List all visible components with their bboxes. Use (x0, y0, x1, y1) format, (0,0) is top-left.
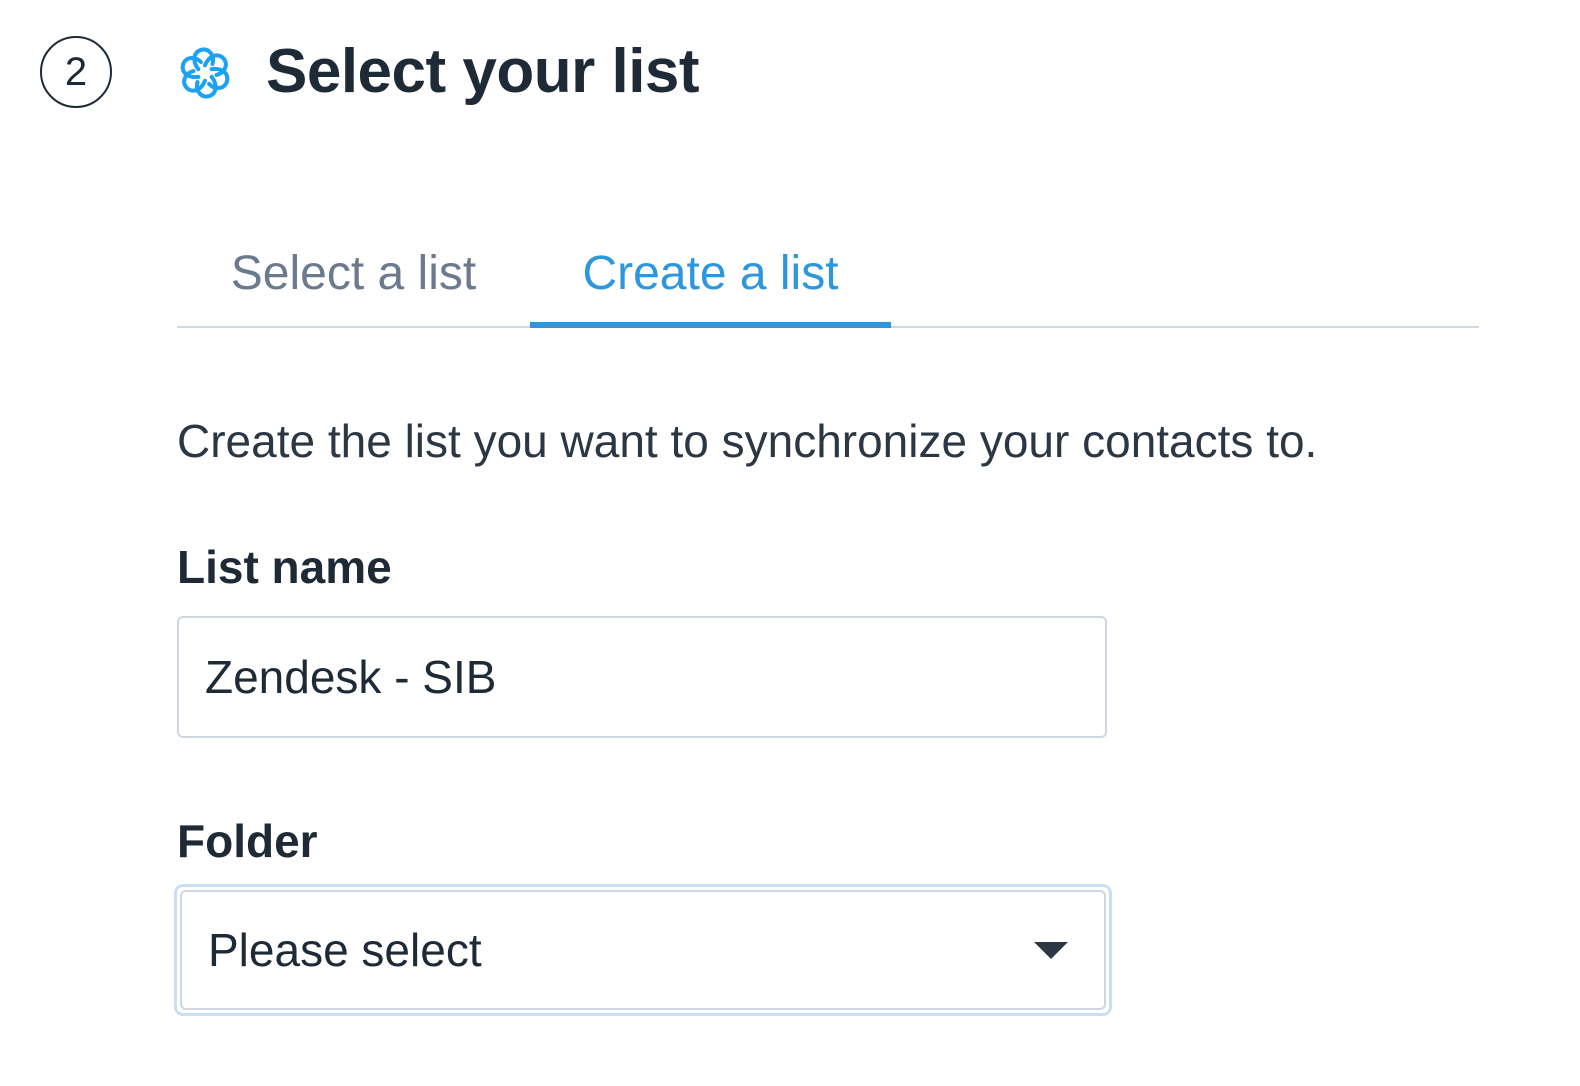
tab-label: Create a list (582, 246, 839, 300)
tab-label: Select a list (230, 246, 477, 300)
sendinblue-logo-icon (180, 47, 230, 99)
folder-select-focus-ring: Please select (174, 884, 1112, 1016)
step-number: 2 (64, 49, 88, 94)
list-mode-tabs: Select a list Create a list (177, 210, 1479, 328)
step-number-badge: 2 (40, 36, 112, 108)
folder-select[interactable]: Please select (180, 890, 1106, 1010)
folder-label: Folder (177, 815, 318, 867)
caret-down-icon[interactable] (1034, 942, 1068, 959)
page-title: Select your list (266, 37, 700, 106)
list-name-label: List name (177, 541, 392, 593)
form-description: Create the list you want to synchronize … (177, 415, 1318, 467)
active-tab-indicator (530, 322, 891, 328)
list-name-input[interactable] (177, 616, 1107, 738)
folder-select-value: Please select (208, 924, 482, 976)
tab-create-a-list[interactable]: Create a list (530, 210, 891, 328)
tab-select-a-list[interactable]: Select a list (177, 210, 530, 328)
